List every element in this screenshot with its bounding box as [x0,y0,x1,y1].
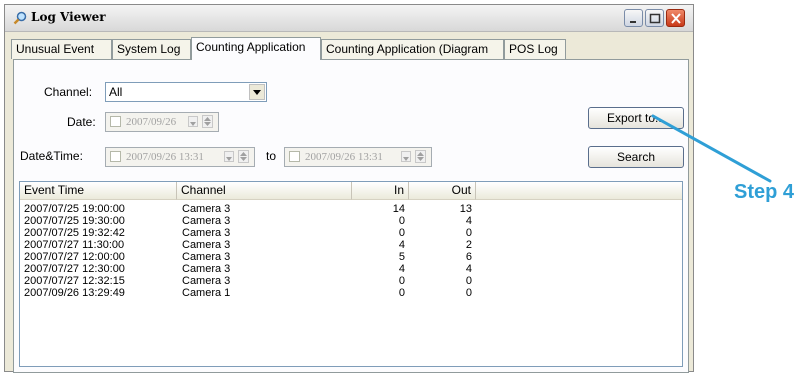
step-arrow [651,114,772,183]
tab-counting-application[interactable]: Counting Application [191,37,321,60]
step-annotation: Step 4 [734,181,795,203]
